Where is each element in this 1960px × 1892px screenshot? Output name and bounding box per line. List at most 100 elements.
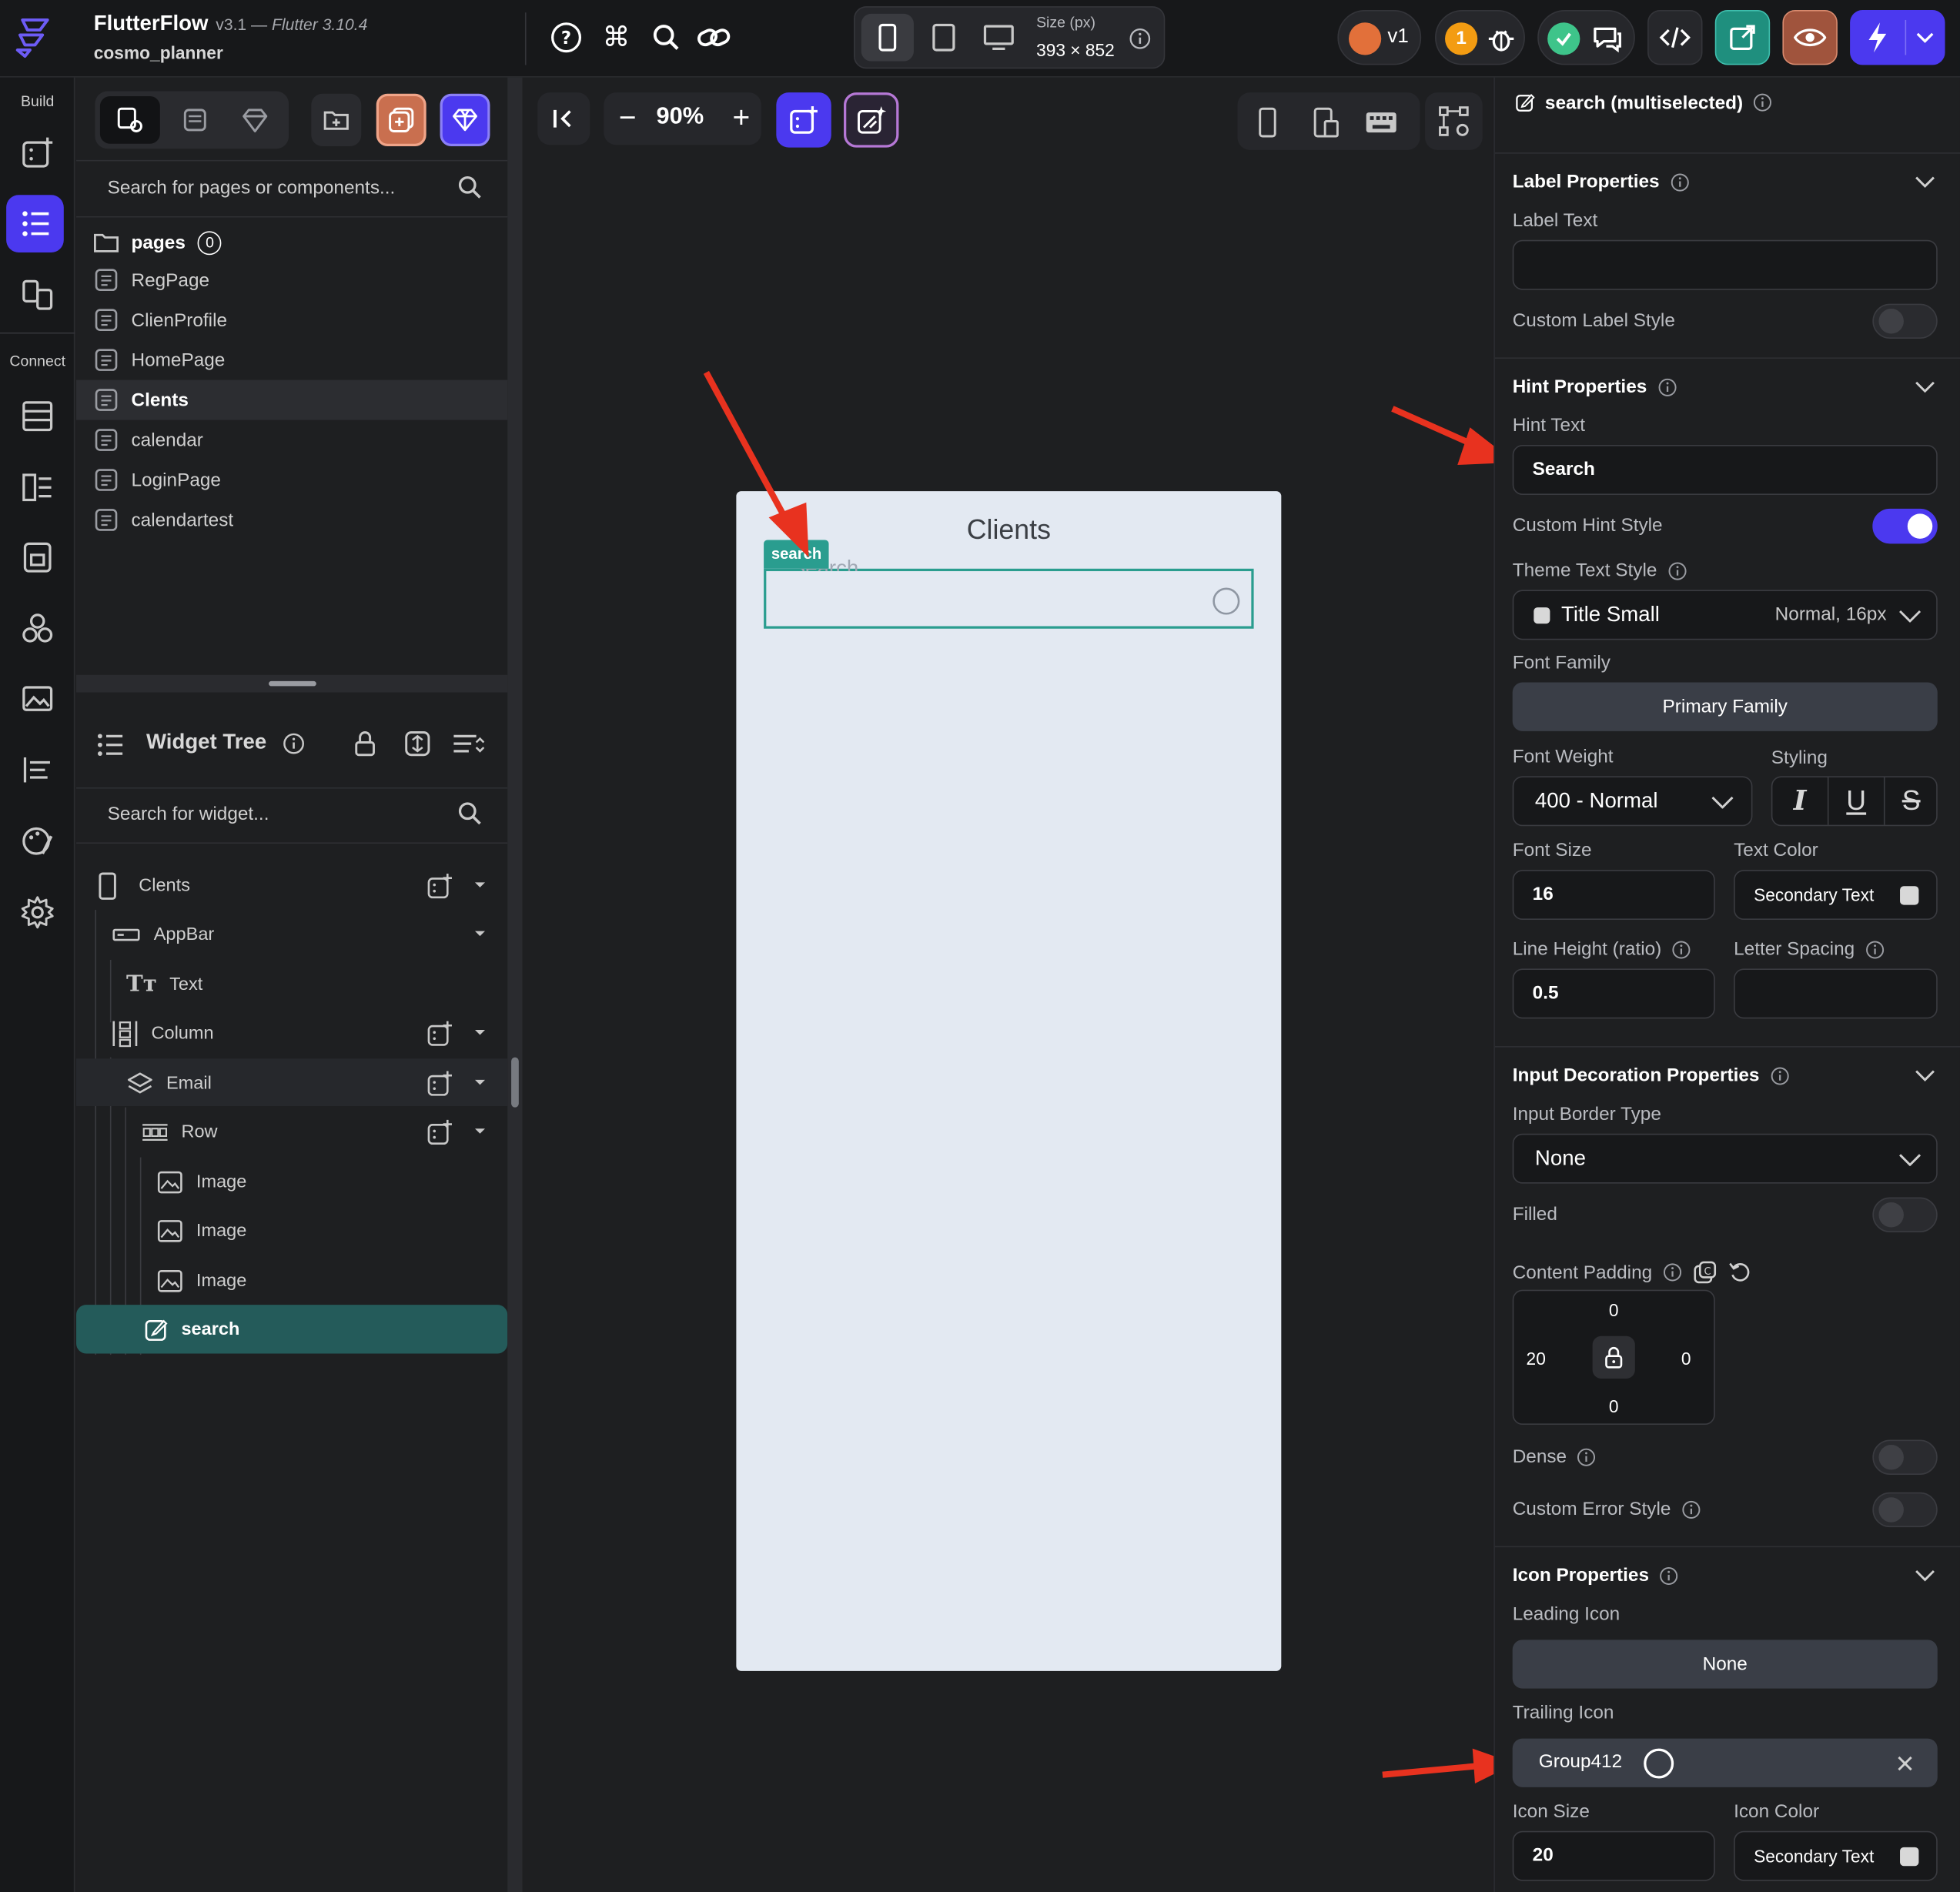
tree-node-text[interactable]: Tт Text xyxy=(126,960,501,1008)
border-type-select[interactable]: None xyxy=(1512,1133,1938,1184)
content-padding-editor[interactable]: 0 20 0 0 xyxy=(1512,1289,1715,1426)
caret-down-icon[interactable] xyxy=(473,1026,487,1038)
add-child-widget-icon[interactable] xyxy=(425,1018,455,1048)
padding-top-value[interactable]: 0 xyxy=(1513,1300,1714,1320)
underline-icon[interactable]: U xyxy=(1829,777,1884,825)
chevron-down-icon[interactable] xyxy=(1912,172,1937,192)
add-page-icon[interactable] xyxy=(376,93,426,146)
search-textfield[interactable]: Search xyxy=(764,557,1254,629)
collapse-panel-icon[interactable] xyxy=(537,92,590,145)
text-color-picker[interactable]: Secondary Text xyxy=(1734,870,1938,921)
search-icon[interactable] xyxy=(457,174,484,202)
italic-icon[interactable]: I xyxy=(1772,777,1827,825)
add-child-widget-icon[interactable] xyxy=(425,871,455,901)
leading-icon-button[interactable]: None xyxy=(1512,1640,1938,1689)
hint-properties-section[interactable]: Hint Properties xyxy=(1513,376,1677,397)
page-item[interactable]: ClienProfile xyxy=(76,300,507,340)
tree-node-image[interactable]: Image xyxy=(156,1256,493,1305)
icon-properties-section[interactable]: Icon Properties xyxy=(1513,1565,1679,1586)
open-external-button[interactable] xyxy=(1714,9,1771,65)
phone-preview[interactable]: Clients Search search xyxy=(736,491,1282,1671)
expand-collapse-icon[interactable] xyxy=(403,729,433,759)
theme-text-style-select[interactable]: Title Small Normal, 16px xyxy=(1512,590,1938,640)
data-schema-icon[interactable] xyxy=(15,465,59,510)
pages-tab-icon[interactable] xyxy=(99,96,160,144)
device-frame-icon[interactable] xyxy=(1250,105,1285,139)
components-tab-icon[interactable] xyxy=(168,96,222,144)
page-item[interactable]: LoginPage xyxy=(76,460,507,500)
trailing-icon-picker[interactable]: Group412 xyxy=(1512,1738,1938,1787)
filter-list-icon[interactable] xyxy=(451,729,486,759)
mobile-device-icon[interactable] xyxy=(861,13,914,62)
add-widget-icon[interactable] xyxy=(776,92,831,148)
caret-down-icon[interactable] xyxy=(473,1076,487,1088)
tree-node-image[interactable]: Image xyxy=(156,1206,493,1255)
lock-icon[interactable] xyxy=(351,729,379,759)
widget-tree-icon[interactable] xyxy=(6,195,64,252)
ai-gen-icon[interactable] xyxy=(844,92,899,148)
page-item[interactable]: RegPage xyxy=(76,260,507,300)
page-item[interactable]: calendartest xyxy=(76,500,507,540)
debug-button[interactable]: 1 xyxy=(1435,9,1525,65)
panel-resize-handle[interactable] xyxy=(76,674,508,693)
code-view-button[interactable] xyxy=(1647,9,1703,65)
link-icon[interactable] xyxy=(695,22,733,54)
reset-icon[interactable] xyxy=(1728,1260,1752,1285)
app-details-icon[interactable] xyxy=(15,747,59,792)
label-text-input[interactable] xyxy=(1512,239,1938,290)
caret-down-icon[interactable] xyxy=(473,1125,487,1137)
custom-error-style-toggle[interactable] xyxy=(1872,1492,1938,1528)
padding-right-value[interactable]: 0 xyxy=(1681,1349,1691,1369)
node-editor-icon[interactable] xyxy=(1425,92,1483,150)
zoom-level[interactable]: 90% xyxy=(656,104,704,132)
dense-toggle[interactable] xyxy=(1872,1439,1938,1475)
chevron-down-icon[interactable] xyxy=(1912,1566,1937,1586)
info-icon[interactable] xyxy=(1129,28,1151,50)
info-icon[interactable] xyxy=(281,731,306,756)
collab-button[interactable] xyxy=(1537,9,1635,65)
theme-palette-icon[interactable] xyxy=(15,819,59,864)
responsive-icon[interactable] xyxy=(1309,105,1343,139)
media-assets-icon[interactable] xyxy=(15,676,59,720)
line-height-input[interactable]: 0.5 xyxy=(1512,968,1715,1019)
pages-folder[interactable]: pages 0 xyxy=(94,225,222,259)
font-size-input[interactable]: 16 xyxy=(1512,870,1715,921)
search-icon[interactable] xyxy=(457,800,484,827)
widget-search-input[interactable]: Search for widget... xyxy=(108,804,269,825)
add-child-widget-icon[interactable] xyxy=(425,1068,455,1098)
hint-text-input[interactable]: Search xyxy=(1512,445,1938,495)
storyboard-icon[interactable] xyxy=(15,272,59,317)
version-button[interactable]: v1 xyxy=(1337,9,1422,65)
font-weight-select[interactable]: 400 - Normal xyxy=(1512,776,1753,827)
font-family-button[interactable]: Primary Family xyxy=(1512,682,1938,731)
new-folder-icon[interactable] xyxy=(311,93,362,146)
page-item[interactable]: calendar xyxy=(76,420,507,460)
chevron-down-icon[interactable] xyxy=(1912,377,1937,397)
zoom-in-icon[interactable]: + xyxy=(725,102,758,135)
padding-left-value[interactable]: 20 xyxy=(1527,1349,1546,1369)
custom-code-icon[interactable] xyxy=(15,607,59,651)
help-icon[interactable]: ? xyxy=(550,22,582,54)
tree-node-image[interactable]: Image xyxy=(156,1158,493,1206)
close-icon[interactable] xyxy=(1892,1751,1917,1776)
size-value[interactable]: 393 × 852 xyxy=(1036,40,1115,60)
search-icon[interactable] xyxy=(650,22,682,54)
desktop-device-icon[interactable] xyxy=(975,14,1023,62)
letter-spacing-input[interactable] xyxy=(1734,968,1938,1019)
preview-button[interactable] xyxy=(1782,9,1838,65)
keyboard-icon[interactable] xyxy=(1363,105,1400,139)
flutterflow-logo-icon[interactable] xyxy=(12,15,57,59)
chevron-down-icon[interactable] xyxy=(1910,22,1940,52)
page-search-input[interactable]: Search for pages or components... xyxy=(108,178,396,199)
api-calls-icon[interactable] xyxy=(15,535,59,580)
command-icon[interactable]: ⌘ xyxy=(600,22,632,54)
caret-down-icon[interactable] xyxy=(473,928,487,940)
tablet-device-icon[interactable] xyxy=(920,14,968,62)
icon-size-input[interactable]: 20 xyxy=(1512,1830,1715,1881)
add-child-widget-icon[interactable] xyxy=(425,1118,455,1148)
filled-toggle[interactable] xyxy=(1872,1197,1938,1232)
copy-icon[interactable]: C xyxy=(1692,1260,1717,1285)
custom-label-style-toggle[interactable] xyxy=(1872,303,1938,339)
icon-color-picker[interactable]: Secondary Text xyxy=(1734,1830,1938,1881)
panel-scrollbar[interactable] xyxy=(507,77,523,1892)
